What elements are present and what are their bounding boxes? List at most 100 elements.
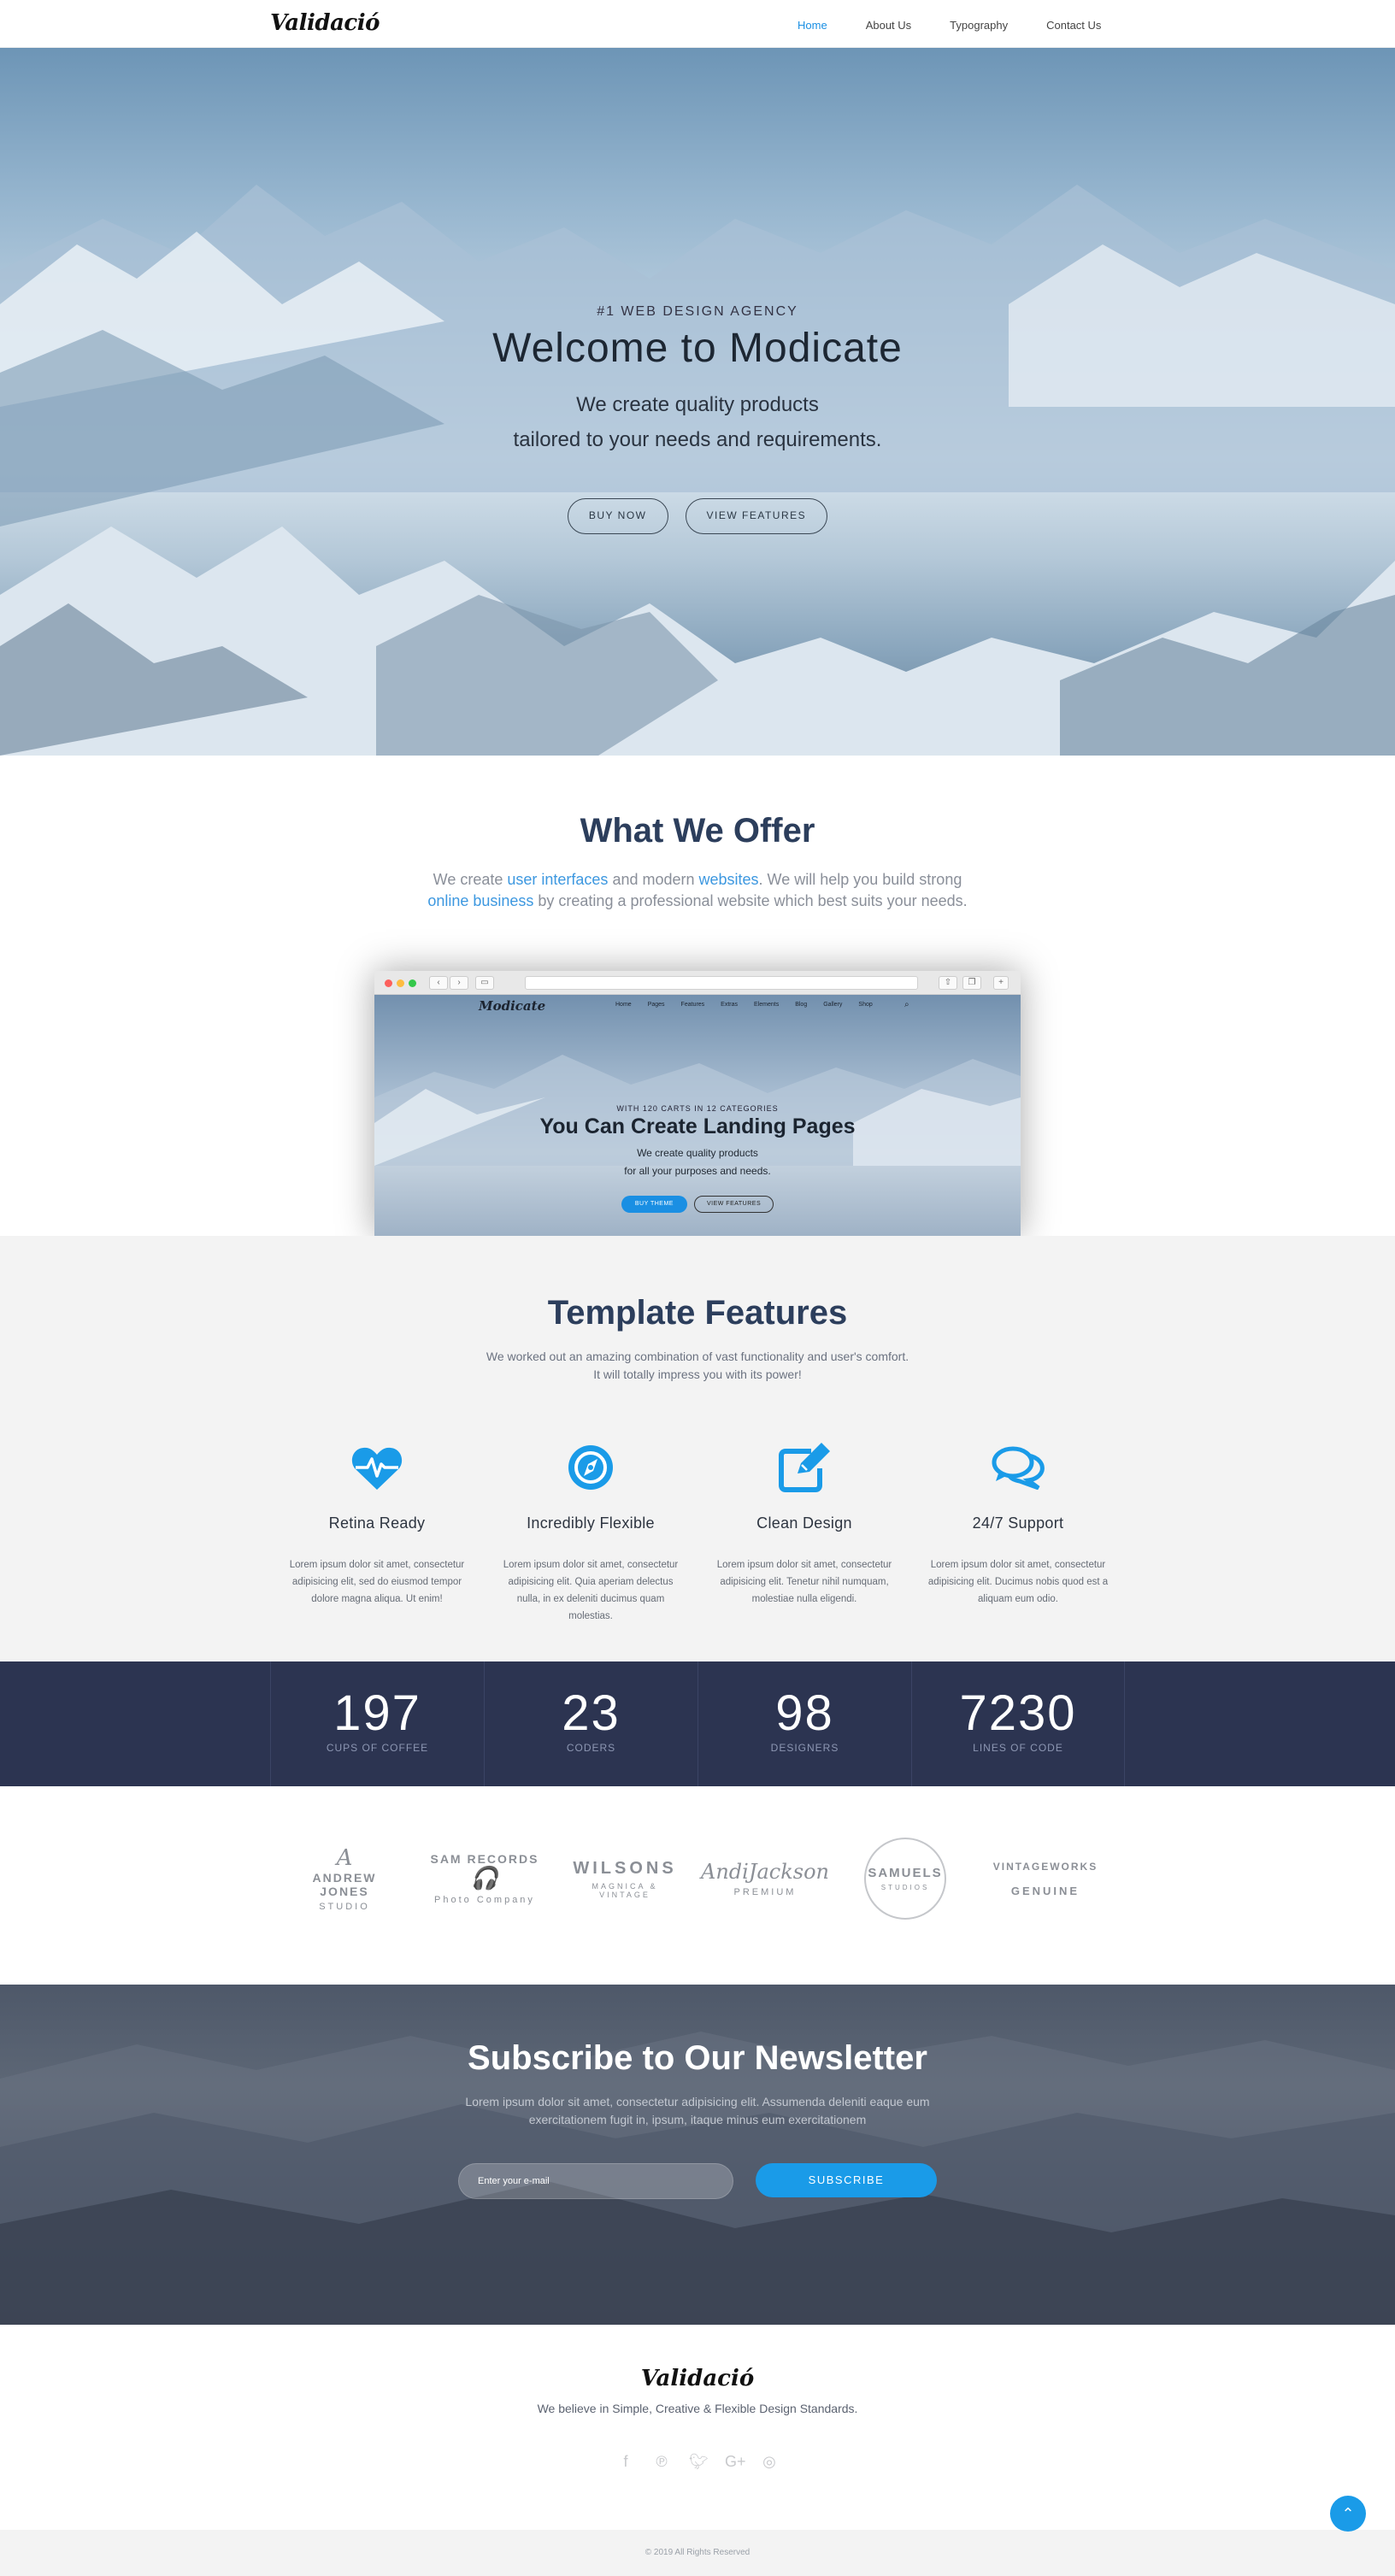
- link-online-business[interactable]: online business: [427, 892, 533, 909]
- stat-label: LINES OF CODE: [973, 1742, 1063, 1754]
- back-arrow-icon: ‹: [429, 976, 448, 990]
- stat-label: DESIGNERS: [770, 1742, 839, 1754]
- mockup-menu-item: Elements: [754, 1002, 780, 1008]
- footer-logo[interactable]: Validació: [0, 2325, 1395, 2391]
- link-websites[interactable]: websites: [699, 871, 759, 888]
- heartbeat-icon: [270, 1441, 484, 1494]
- feature-title: Clean Design: [756, 1514, 852, 1532]
- mockup-buttons: BUY THEME VIEW FEATURES: [374, 1196, 1021, 1213]
- copyright-bar: © 2019 All Rights Reserved ⌃: [0, 2496, 1395, 2576]
- twitter-icon[interactable]: 🐦︎: [689, 2453, 709, 2471]
- client-logo-sub: GENUINE: [1010, 1884, 1080, 1897]
- feature-card: Clean Design Lorem ipsum dolor sit amet,…: [698, 1441, 911, 1625]
- google-plus-icon[interactable]: G+: [725, 2453, 746, 2471]
- nav-item-typography[interactable]: Typography: [950, 19, 1008, 32]
- mockup-search-icon: ⌕: [904, 1000, 909, 1009]
- site-logo[interactable]: Validació: [270, 10, 380, 36]
- copyright-text: © 2019 All Rights Reserved: [645, 2548, 750, 2557]
- mockup-menu: Home Pages Features Extras Elements Blog…: [615, 1002, 889, 1008]
- facebook-icon[interactable]: f: [617, 2453, 634, 2471]
- feature-card: Retina Ready Lorem ipsum dolor sit amet,…: [270, 1441, 484, 1625]
- hero-title: Welcome to Modicate: [492, 326, 903, 371]
- features-lead: We worked out an amazing combination of …: [486, 1350, 909, 1381]
- browser-toolbar: ‹ › ▭ ⇧ ❐ +: [374, 971, 1021, 995]
- forward-arrow-icon: ›: [450, 976, 468, 990]
- stat-lines-of-code: 7230 LINES OF CODE: [911, 1661, 1125, 1786]
- client-logos-section: A ANDREW JONES STUDIO SAM RECORDS 🎧 Phot…: [0, 1786, 1395, 1985]
- features-title: Template Features: [547, 1294, 848, 1332]
- feature-text: Lorem ipsum dolor sit amet, consectetur …: [289, 1560, 465, 1604]
- feature-card: 24/7 Support Lorem ipsum dolor sit amet,…: [911, 1441, 1125, 1625]
- client-logo-wilsons: WILSONS MAGNICA & VINTAGE: [568, 1836, 682, 1921]
- nav-item-contact-us[interactable]: Contact Us: [1046, 19, 1101, 32]
- client-logo-badge: SAMUELS STUDIOS: [864, 1838, 946, 1920]
- offer-lead-text-4: by creating a professional website which…: [533, 892, 968, 909]
- mockup-buy-button: BUY THEME: [621, 1196, 687, 1213]
- client-logo-sub: MAGNICA & VINTAGE: [592, 1881, 658, 1899]
- nav-item-home[interactable]: Home: [798, 19, 827, 32]
- mockup-menu-item: Shop: [858, 1002, 873, 1008]
- mockup-subtitle-line-1: We create quality products: [637, 1147, 758, 1159]
- client-logos-row: A ANDREW JONES STUDIO SAM RECORDS 🎧 Phot…: [287, 1836, 1103, 1921]
- compass-icon: [484, 1441, 698, 1494]
- client-logo-sub: STUDIOS: [880, 1884, 930, 1891]
- client-logo-andi-jackson: AndiJackson PREMIUM: [701, 1836, 829, 1921]
- offer-lead-text-1: We create: [433, 871, 508, 888]
- link-user-interfaces[interactable]: user interfaces: [507, 871, 608, 888]
- share-icon: ⇧: [939, 976, 957, 990]
- mockup-menu-item: Features: [680, 1002, 705, 1008]
- view-features-button[interactable]: VIEW FEATURES: [685, 498, 828, 534]
- social-links: f ℗ 🐦︎ G+ ◎: [0, 2453, 1395, 2471]
- mockup-menu-item: Gallery: [823, 1002, 843, 1008]
- stat-designers: 98 DESIGNERS: [698, 1661, 911, 1786]
- buy-now-button[interactable]: BUY NOW: [567, 498, 668, 534]
- instagram-icon[interactable]: ◎: [761, 2453, 778, 2471]
- client-logo-name: VINTAGEWORKS: [992, 1860, 1098, 1873]
- subscribe-button[interactable]: SUBSCRIBE: [756, 2163, 937, 2197]
- headphones-icon: 🎧: [470, 1866, 499, 1891]
- browser-mockup: ‹ › ▭ ⇧ ❐ + Modicate Home Pages Features…: [374, 971, 1021, 1236]
- mockup-menu-item: Extras: [721, 1002, 739, 1008]
- stats-section: 197 CUPS OF COFFEE 23 CODERS 98 DESIGNER…: [0, 1661, 1395, 1786]
- client-logo-name: AndiJackson: [701, 1860, 829, 1884]
- mockup-logo: Modicate: [479, 998, 546, 1014]
- newsletter-content: Subscribe to Our Newsletter Lorem ipsum …: [0, 2039, 1395, 2199]
- sidebar-icon: ▭: [475, 976, 494, 990]
- stat-cups-of-coffee: 197 CUPS OF COFFEE: [270, 1661, 484, 1786]
- email-input[interactable]: [458, 2163, 733, 2199]
- address-bar: [525, 976, 918, 990]
- mockup-kicker: WITH 120 CARTS IN 12 CATEGORIES: [616, 1104, 779, 1113]
- feature-title: Incredibly Flexible: [527, 1514, 655, 1532]
- stat-value: 98: [775, 1685, 834, 1741]
- edit-icon: [698, 1441, 911, 1494]
- stat-value: 23: [562, 1685, 621, 1741]
- client-logo-andrew-jones: A ANDREW JONES STUDIO: [287, 1836, 402, 1921]
- newsletter-section: Subscribe to Our Newsletter Lorem ipsum …: [0, 1985, 1395, 2325]
- hero-buttons: BUY NOW VIEW FEATURES: [0, 498, 1395, 534]
- feature-text: Lorem ipsum dolor sit amet, consectetur …: [716, 1560, 892, 1604]
- client-logo-sub: STUDIO: [319, 1902, 370, 1912]
- mockup-subtitle: We create quality products for all your …: [374, 1144, 1021, 1180]
- what-we-offer-section: What We Offer We create user interfaces …: [0, 756, 1395, 1236]
- newsletter-title: Subscribe to Our Newsletter: [468, 2039, 927, 2077]
- template-features-section: Template Features We worked out an amazi…: [0, 1236, 1395, 1661]
- mockup-hero: WITH 120 CARTS IN 12 CATEGORIES You Can …: [374, 1104, 1021, 1213]
- minimize-dot-icon: [397, 979, 404, 987]
- nav-item-about-us[interactable]: About Us: [866, 19, 911, 32]
- footer-tagline: We believe in Simple, Creative & Flexibl…: [537, 2402, 858, 2415]
- mockup-subtitle-line-2: for all your purposes and needs.: [624, 1165, 771, 1177]
- mockup-menu-item: Blog: [795, 1002, 808, 1008]
- newsletter-form: SUBSCRIBE: [0, 2163, 1395, 2199]
- hero-kicker: #1 WEB DESIGN AGENCY: [597, 304, 798, 319]
- offer-lead-text-3: . We will help you build strong: [758, 871, 962, 888]
- feature-title: Retina Ready: [328, 1514, 426, 1532]
- chat-icon: [911, 1441, 1125, 1494]
- client-logo-sam-records: SAM RECORDS 🎧 Photo Company: [427, 1836, 542, 1921]
- pinterest-icon[interactable]: ℗: [653, 2453, 670, 2471]
- client-logo-name: SAMUELS: [868, 1866, 943, 1880]
- mockup-features-button: VIEW FEATURES: [693, 1196, 774, 1213]
- offer-lead: We create user interfaces and modern web…: [420, 869, 975, 912]
- hero-subtitle-line-2: tailored to your needs and requirements.: [513, 428, 882, 451]
- scroll-to-top-button[interactable]: ⌃: [1330, 2496, 1366, 2532]
- stat-value: 7230: [959, 1685, 1077, 1741]
